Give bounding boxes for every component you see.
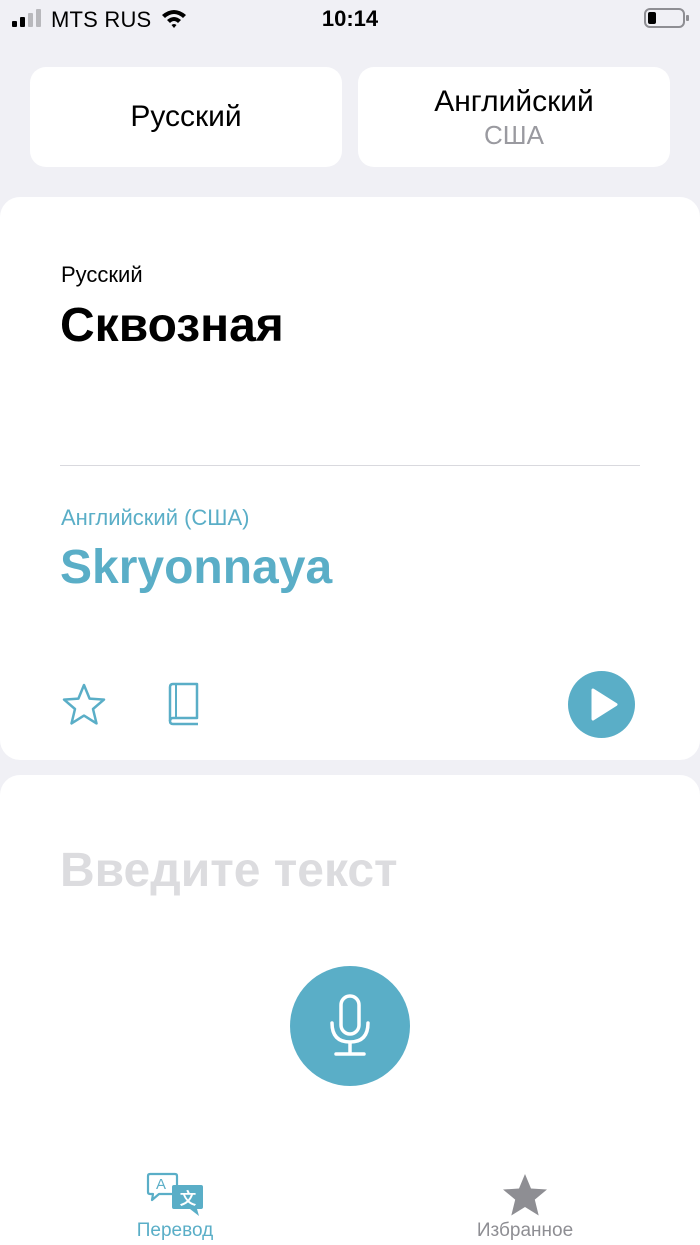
microphone-button[interactable] [290, 966, 410, 1086]
add-to-favorites-button[interactable] [61, 682, 107, 728]
svg-text:A: A [156, 1176, 166, 1193]
source-language-button[interactable]: Русский [30, 67, 342, 167]
tab-favorites-label: Избранное [476, 1220, 574, 1241]
translated-text-language-label: Английский (США) [61, 505, 250, 530]
tab-translate[interactable]: A 文 Перевод [75, 1160, 275, 1245]
text-input[interactable] [60, 840, 640, 900]
target-language-region: США [484, 120, 544, 150]
target-language-button[interactable]: Английский США [358, 67, 670, 167]
play-icon [591, 688, 618, 721]
source-text: Сквозная [60, 299, 284, 352]
star-outline-icon [62, 683, 106, 725]
tab-bar: A 文 Перевод Избранное [0, 1160, 700, 1245]
source-text-language-label: Русский [61, 262, 143, 287]
dictionary-button[interactable] [165, 682, 201, 726]
svg-text:文: 文 [180, 1189, 197, 1208]
status-bar: MTS RUS 10:14 [0, 0, 700, 40]
clock-time: 10:14 [321, 6, 379, 31]
book-icon [168, 682, 199, 726]
target-language-label: Английский [434, 85, 594, 118]
translate-icon: A 文 [146, 1172, 203, 1216]
translated-text: Skryonnaya [60, 541, 333, 594]
star-filled-icon [503, 1174, 547, 1216]
result-divider [60, 465, 640, 466]
battery-icon [644, 8, 689, 28]
tab-translate-label: Перевод [136, 1220, 214, 1241]
microphone-icon [330, 994, 370, 1056]
play-pronunciation-button[interactable] [568, 671, 635, 738]
source-language-label: Русский [130, 100, 242, 133]
tab-favorites[interactable]: Избранное [425, 1160, 625, 1245]
